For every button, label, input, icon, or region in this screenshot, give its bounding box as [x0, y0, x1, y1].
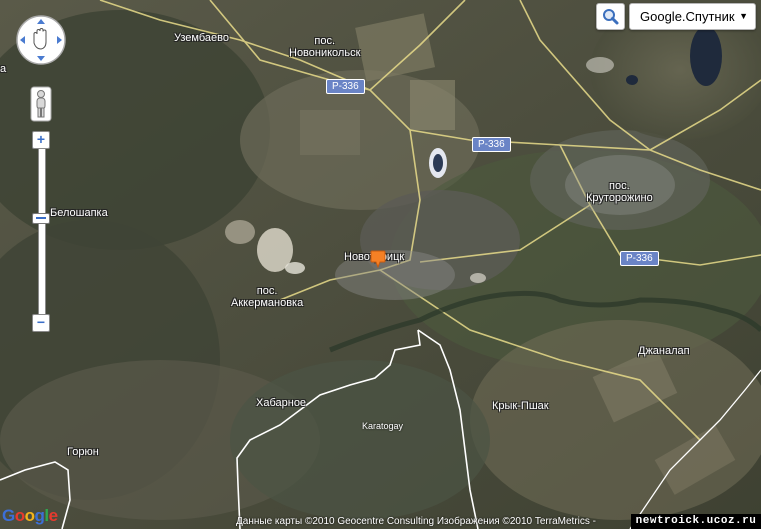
place-label-krutorozhino: пос. Круторожино	[586, 180, 653, 204]
place-label-khabarnoe: Хабарное	[256, 397, 307, 409]
google-logo[interactable]: Google	[2, 506, 58, 526]
place-label-akkermanovka: пос. Аккермановка	[231, 285, 304, 309]
place-label-cropped: а	[0, 63, 7, 75]
road-shield-r336: Р-336	[472, 137, 511, 152]
place-label-novonikolsk: пос. Новоникольск	[289, 35, 361, 59]
watermark: newtroick.ucoz.ru	[631, 514, 761, 529]
map-type-dropdown[interactable]: Google.Спутник ▼	[629, 3, 756, 30]
road-shield-r336: Р-336	[326, 79, 365, 94]
location-marker-icon[interactable]	[370, 250, 386, 268]
place-label-dzhanatalap: Джаналап	[638, 345, 690, 357]
zoom-out-button[interactable]: −	[32, 314, 50, 332]
map-type-label: Google.Спутник	[640, 9, 735, 24]
road-shield-r336: Р-336	[620, 251, 659, 266]
river-label-karatogay: Karatogay	[362, 421, 404, 431]
zoom-slider-track[interactable]	[38, 146, 46, 318]
place-label-goryun: Горюн	[67, 446, 99, 458]
map-attribution: Данные карты ©2010 Geocentre Consulting …	[236, 516, 596, 527]
place-label-beloshapka: Белошапка	[50, 207, 108, 219]
pegman-icon[interactable]	[30, 86, 52, 122]
place-label-uzembaevo: Узембаево	[174, 32, 229, 44]
zoom-slider-handle[interactable]	[32, 213, 50, 224]
place-label-kryk-pshak: Крык-Пшак	[492, 400, 549, 412]
chevron-down-icon: ▼	[739, 11, 748, 21]
zoom-in-button[interactable]: +	[32, 131, 50, 149]
pan-control[interactable]	[15, 14, 67, 66]
search-button[interactable]	[596, 3, 625, 30]
magnifier-icon	[603, 9, 619, 25]
